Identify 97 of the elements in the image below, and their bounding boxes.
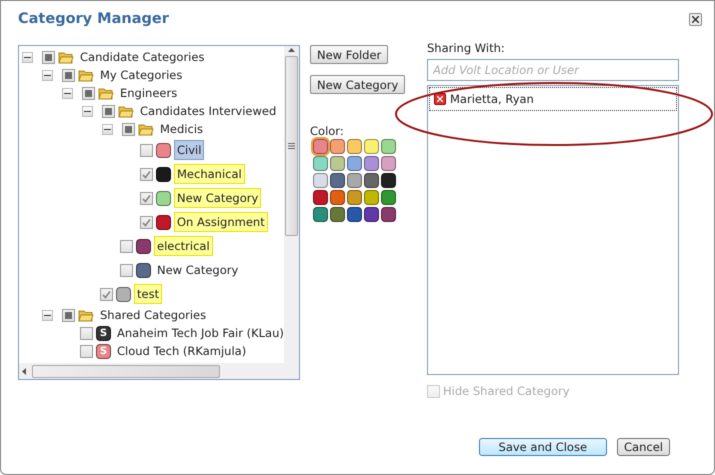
close-icon <box>692 16 699 22</box>
tree-item[interactable]: electrical <box>154 236 213 256</box>
tree-item[interactable]: On Assignment <box>174 212 268 232</box>
folder-icon <box>98 86 114 100</box>
color-swatch[interactable] <box>347 190 362 205</box>
scroll-up-arrow-icon[interactable] <box>288 48 295 52</box>
checkmark-icon <box>102 290 111 298</box>
grip-icon <box>288 143 295 149</box>
checkbox[interactable] <box>102 104 115 118</box>
color-label: Color: <box>310 124 344 138</box>
checkbox[interactable] <box>82 86 95 100</box>
folder-icon <box>78 308 94 322</box>
horizontal-scrollbar[interactable] <box>19 363 299 379</box>
folder-icon <box>78 68 94 82</box>
collapse-button[interactable] <box>82 106 93 116</box>
color-swatch[interactable] <box>347 156 362 171</box>
color-swatch[interactable] <box>381 207 396 222</box>
tree-item[interactable]: Engineers <box>117 83 180 103</box>
checkbox[interactable] <box>140 192 153 204</box>
tree-item[interactable]: test <box>134 284 162 304</box>
color-swatch[interactable] <box>381 139 396 154</box>
dialog-button[interactable]: Save and Close <box>478 438 608 456</box>
color-swatch[interactable] <box>347 139 362 154</box>
color-swatch[interactable] <box>364 139 379 154</box>
folder-icon <box>58 50 74 64</box>
shared-badge: S <box>96 344 111 358</box>
collapse-button[interactable] <box>102 124 113 134</box>
checkmark-icon <box>142 218 151 226</box>
remove-button[interactable] <box>434 93 446 105</box>
partial-check-mark <box>65 72 72 78</box>
color-swatch[interactable] <box>364 207 379 222</box>
partial-check-mark <box>65 312 72 318</box>
color-swatch[interactable] <box>347 173 362 188</box>
checkbox[interactable] <box>140 144 153 156</box>
tree-item[interactable]: Anaheim Tech Job Fair (KLau) <box>114 323 284 343</box>
partial-check-mark <box>45 54 52 60</box>
close-button[interactable] <box>689 12 702 26</box>
color-swatch[interactable] <box>381 190 396 205</box>
tree-item[interactable]: New Category <box>154 260 242 280</box>
checkbox[interactable] <box>80 326 93 340</box>
color-swatch[interactable] <box>364 190 379 205</box>
tree-item[interactable]: My Categories <box>97 65 186 85</box>
checkbox[interactable] <box>62 308 75 322</box>
collapse-button[interactable] <box>42 70 53 80</box>
close-icon <box>437 96 443 102</box>
color-swatch[interactable] <box>330 207 345 222</box>
checkbox[interactable] <box>122 122 135 136</box>
tree-item[interactable]: Mechanical <box>174 164 245 184</box>
color-swatch[interactable] <box>364 156 379 171</box>
color-swatch[interactable] <box>330 173 345 188</box>
partial-check-mark <box>85 90 92 96</box>
color-swatch[interactable] <box>313 156 328 171</box>
hide-shared-label: Hide Shared Category <box>443 384 570 398</box>
folder-icon <box>118 104 134 118</box>
collapse-button[interactable] <box>22 52 33 62</box>
tree-item[interactable]: Civil <box>174 140 204 160</box>
color-swatch[interactable] <box>381 173 396 188</box>
folder-icon <box>138 122 154 136</box>
color-swatch[interactable] <box>330 190 345 205</box>
color-swatch[interactable] <box>313 139 328 154</box>
color-swatch[interactable] <box>313 173 328 188</box>
tree-item[interactable]: Candidates Interviewed <box>137 101 280 121</box>
checkbox[interactable] <box>80 344 93 358</box>
user-name[interactable]: Marietta, Ryan <box>450 92 534 106</box>
window-title: Category Manager <box>18 11 169 27</box>
color-swatch[interactable] <box>364 173 379 188</box>
partial-check-mark <box>105 108 112 114</box>
color-swatch[interactable] <box>330 156 345 171</box>
checkbox[interactable] <box>120 264 133 276</box>
vertical-scrollbar[interactable] <box>284 46 299 363</box>
dialog-button[interactable]: Cancel <box>617 438 670 456</box>
tree-item[interactable]: Shared Categories <box>97 305 210 325</box>
scroll-left-arrow-icon[interactable] <box>22 368 26 374</box>
sharing-label: Sharing With: <box>427 41 506 55</box>
checkbox[interactable] <box>140 168 153 180</box>
toolbar-button[interactable]: New Category <box>310 75 406 94</box>
tree-item[interactable]: Cloud Tech (RKamjula) <box>114 341 250 361</box>
color-swatch[interactable] <box>347 207 362 222</box>
checkbox[interactable] <box>100 288 113 300</box>
color-swatch[interactable] <box>381 156 396 171</box>
checkbox[interactable] <box>120 240 133 252</box>
color-swatch[interactable] <box>313 207 328 222</box>
color-swatch[interactable] <box>313 190 328 205</box>
tree-item[interactable]: New Category <box>174 188 262 208</box>
checkbox[interactable] <box>140 216 153 228</box>
checkmark-icon <box>142 194 151 202</box>
collapse-button[interactable] <box>62 88 73 98</box>
toolbar-button[interactable]: New Folder <box>310 45 388 64</box>
checkmark-icon <box>142 170 151 178</box>
tree-item[interactable]: Candidate Categories <box>77 47 208 67</box>
tree-item[interactable]: Medicis <box>157 119 206 139</box>
collapse-button[interactable] <box>42 310 53 320</box>
color-swatch[interactable] <box>330 139 345 154</box>
checkbox[interactable] <box>62 68 75 82</box>
checkbox[interactable] <box>42 50 55 64</box>
shared-badge: S <box>96 326 111 340</box>
partial-check-mark <box>125 126 132 132</box>
